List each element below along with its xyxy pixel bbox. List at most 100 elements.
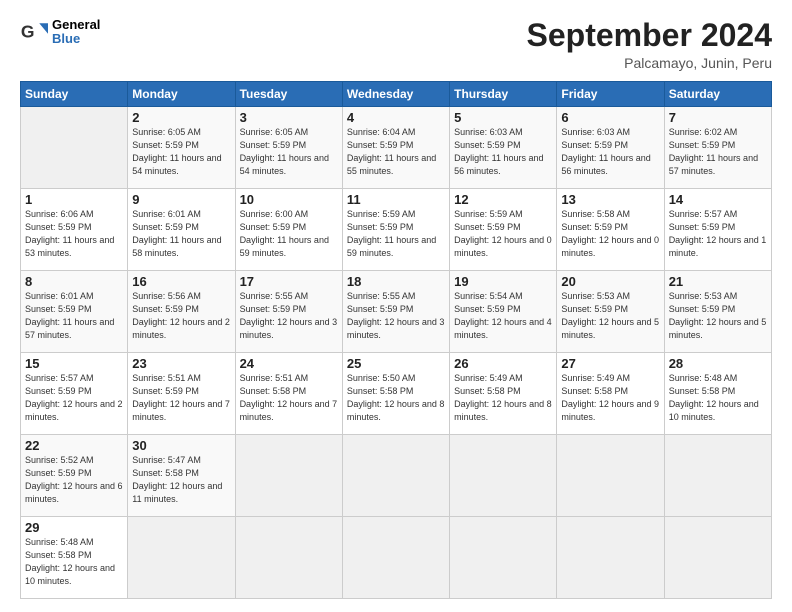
calendar-cell: 7Sunrise: 6:02 AM Sunset: 5:59 PM Daylig… [664, 107, 771, 189]
day-info: Sunrise: 6:01 AM Sunset: 5:59 PM Dayligh… [132, 208, 230, 260]
header: G General Blue September 2024 Palcamayo,… [20, 18, 772, 71]
calendar-row: 8Sunrise: 6:01 AM Sunset: 5:59 PM Daylig… [21, 271, 772, 353]
calendar-cell: 4Sunrise: 6:04 AM Sunset: 5:59 PM Daylig… [342, 107, 449, 189]
day-number: 22 [25, 438, 123, 453]
day-number: 6 [561, 110, 659, 125]
day-info: Sunrise: 5:48 AM Sunset: 5:58 PM Dayligh… [25, 536, 123, 588]
day-number: 18 [347, 274, 445, 289]
day-info: Sunrise: 6:06 AM Sunset: 5:59 PM Dayligh… [25, 208, 123, 260]
day-info: Sunrise: 5:57 AM Sunset: 5:59 PM Dayligh… [669, 208, 767, 260]
calendar-cell [557, 435, 664, 517]
day-number: 14 [669, 192, 767, 207]
calendar-cell: 23Sunrise: 5:51 AM Sunset: 5:59 PM Dayli… [128, 353, 235, 435]
day-info: Sunrise: 5:50 AM Sunset: 5:58 PM Dayligh… [347, 372, 445, 424]
day-number: 3 [240, 110, 338, 125]
day-info: Sunrise: 5:59 AM Sunset: 5:59 PM Dayligh… [454, 208, 552, 260]
day-number: 25 [347, 356, 445, 371]
calendar-cell [664, 517, 771, 599]
calendar-cell: 26Sunrise: 5:49 AM Sunset: 5:58 PM Dayli… [450, 353, 557, 435]
calendar-cell: 20Sunrise: 5:53 AM Sunset: 5:59 PM Dayli… [557, 271, 664, 353]
day-number: 28 [669, 356, 767, 371]
calendar-row: 1Sunrise: 6:06 AM Sunset: 5:59 PM Daylig… [21, 189, 772, 271]
day-info: Sunrise: 6:00 AM Sunset: 5:59 PM Dayligh… [240, 208, 338, 260]
day-number: 12 [454, 192, 552, 207]
calendar-cell [342, 435, 449, 517]
day-number: 27 [561, 356, 659, 371]
calendar-cell [450, 517, 557, 599]
calendar-cell: 13Sunrise: 5:58 AM Sunset: 5:59 PM Dayli… [557, 189, 664, 271]
calendar-cell [128, 517, 235, 599]
calendar-row: 15Sunrise: 5:57 AM Sunset: 5:59 PM Dayli… [21, 353, 772, 435]
day-info: Sunrise: 6:01 AM Sunset: 5:59 PM Dayligh… [25, 290, 123, 342]
day-number: 17 [240, 274, 338, 289]
day-number: 1 [25, 192, 123, 207]
calendar-cell: 30Sunrise: 5:47 AM Sunset: 5:58 PM Dayli… [128, 435, 235, 517]
day-info: Sunrise: 6:05 AM Sunset: 5:59 PM Dayligh… [132, 126, 230, 178]
calendar-cell: 12Sunrise: 5:59 AM Sunset: 5:59 PM Dayli… [450, 189, 557, 271]
day-number: 24 [240, 356, 338, 371]
calendar-cell: 9Sunrise: 6:01 AM Sunset: 5:59 PM Daylig… [128, 189, 235, 271]
day-number: 4 [347, 110, 445, 125]
calendar-cell: 5Sunrise: 6:03 AM Sunset: 5:59 PM Daylig… [450, 107, 557, 189]
day-info: Sunrise: 6:05 AM Sunset: 5:59 PM Dayligh… [240, 126, 338, 178]
calendar-cell [235, 517, 342, 599]
day-info: Sunrise: 5:59 AM Sunset: 5:59 PM Dayligh… [347, 208, 445, 260]
calendar-cell: 16Sunrise: 5:56 AM Sunset: 5:59 PM Dayli… [128, 271, 235, 353]
day-number: 19 [454, 274, 552, 289]
svg-text:G: G [21, 22, 35, 42]
day-number: 20 [561, 274, 659, 289]
day-number: 26 [454, 356, 552, 371]
col-saturday: Saturday [664, 82, 771, 107]
day-info: Sunrise: 6:02 AM Sunset: 5:59 PM Dayligh… [669, 126, 767, 178]
calendar-cell [342, 517, 449, 599]
calendar-cell: 2Sunrise: 6:05 AM Sunset: 5:59 PM Daylig… [128, 107, 235, 189]
calendar-row: 29Sunrise: 5:48 AM Sunset: 5:58 PM Dayli… [21, 517, 772, 599]
day-info: Sunrise: 5:53 AM Sunset: 5:59 PM Dayligh… [669, 290, 767, 342]
calendar-cell: 17Sunrise: 5:55 AM Sunset: 5:59 PM Dayli… [235, 271, 342, 353]
day-number: 10 [240, 192, 338, 207]
day-number: 7 [669, 110, 767, 125]
col-sunday: Sunday [21, 82, 128, 107]
day-info: Sunrise: 5:49 AM Sunset: 5:58 PM Dayligh… [561, 372, 659, 424]
month-title: September 2024 [527, 18, 772, 53]
calendar-page: G General Blue September 2024 Palcamayo,… [0, 0, 792, 612]
calendar-cell: 27Sunrise: 5:49 AM Sunset: 5:58 PM Dayli… [557, 353, 664, 435]
title-block: September 2024 Palcamayo, Junin, Peru [527, 18, 772, 71]
calendar-cell [557, 517, 664, 599]
calendar-cell: 8Sunrise: 6:01 AM Sunset: 5:59 PM Daylig… [21, 271, 128, 353]
day-number: 5 [454, 110, 552, 125]
day-number: 30 [132, 438, 230, 453]
calendar-cell: 15Sunrise: 5:57 AM Sunset: 5:59 PM Dayli… [21, 353, 128, 435]
calendar-cell: 3Sunrise: 6:05 AM Sunset: 5:59 PM Daylig… [235, 107, 342, 189]
calendar-cell: 10Sunrise: 6:00 AM Sunset: 5:59 PM Dayli… [235, 189, 342, 271]
day-number: 8 [25, 274, 123, 289]
logo: G General Blue [20, 18, 100, 47]
header-row: Sunday Monday Tuesday Wednesday Thursday… [21, 82, 772, 107]
day-info: Sunrise: 6:03 AM Sunset: 5:59 PM Dayligh… [561, 126, 659, 178]
calendar-cell: 22Sunrise: 5:52 AM Sunset: 5:59 PM Dayli… [21, 435, 128, 517]
day-info: Sunrise: 5:53 AM Sunset: 5:59 PM Dayligh… [561, 290, 659, 342]
day-info: Sunrise: 5:51 AM Sunset: 5:58 PM Dayligh… [240, 372, 338, 424]
day-info: Sunrise: 5:47 AM Sunset: 5:58 PM Dayligh… [132, 454, 230, 506]
day-number: 21 [669, 274, 767, 289]
logo-text: General Blue [52, 18, 100, 47]
calendar-cell: 25Sunrise: 5:50 AM Sunset: 5:58 PM Dayli… [342, 353, 449, 435]
day-info: Sunrise: 5:51 AM Sunset: 5:59 PM Dayligh… [132, 372, 230, 424]
calendar-table: Sunday Monday Tuesday Wednesday Thursday… [20, 81, 772, 599]
calendar-cell: 24Sunrise: 5:51 AM Sunset: 5:58 PM Dayli… [235, 353, 342, 435]
col-monday: Monday [128, 82, 235, 107]
day-info: Sunrise: 5:49 AM Sunset: 5:58 PM Dayligh… [454, 372, 552, 424]
day-info: Sunrise: 5:58 AM Sunset: 5:59 PM Dayligh… [561, 208, 659, 260]
calendar-cell: 1Sunrise: 6:06 AM Sunset: 5:59 PM Daylig… [21, 189, 128, 271]
day-info: Sunrise: 5:52 AM Sunset: 5:59 PM Dayligh… [25, 454, 123, 506]
day-info: Sunrise: 6:03 AM Sunset: 5:59 PM Dayligh… [454, 126, 552, 178]
day-info: Sunrise: 5:57 AM Sunset: 5:59 PM Dayligh… [25, 372, 123, 424]
logo-icon: G [20, 18, 48, 46]
calendar-cell [450, 435, 557, 517]
calendar-cell: 28Sunrise: 5:48 AM Sunset: 5:58 PM Dayli… [664, 353, 771, 435]
calendar-cell: 21Sunrise: 5:53 AM Sunset: 5:59 PM Dayli… [664, 271, 771, 353]
day-number: 15 [25, 356, 123, 371]
calendar-cell: 14Sunrise: 5:57 AM Sunset: 5:59 PM Dayli… [664, 189, 771, 271]
calendar-cell: 11Sunrise: 5:59 AM Sunset: 5:59 PM Dayli… [342, 189, 449, 271]
day-number: 11 [347, 192, 445, 207]
